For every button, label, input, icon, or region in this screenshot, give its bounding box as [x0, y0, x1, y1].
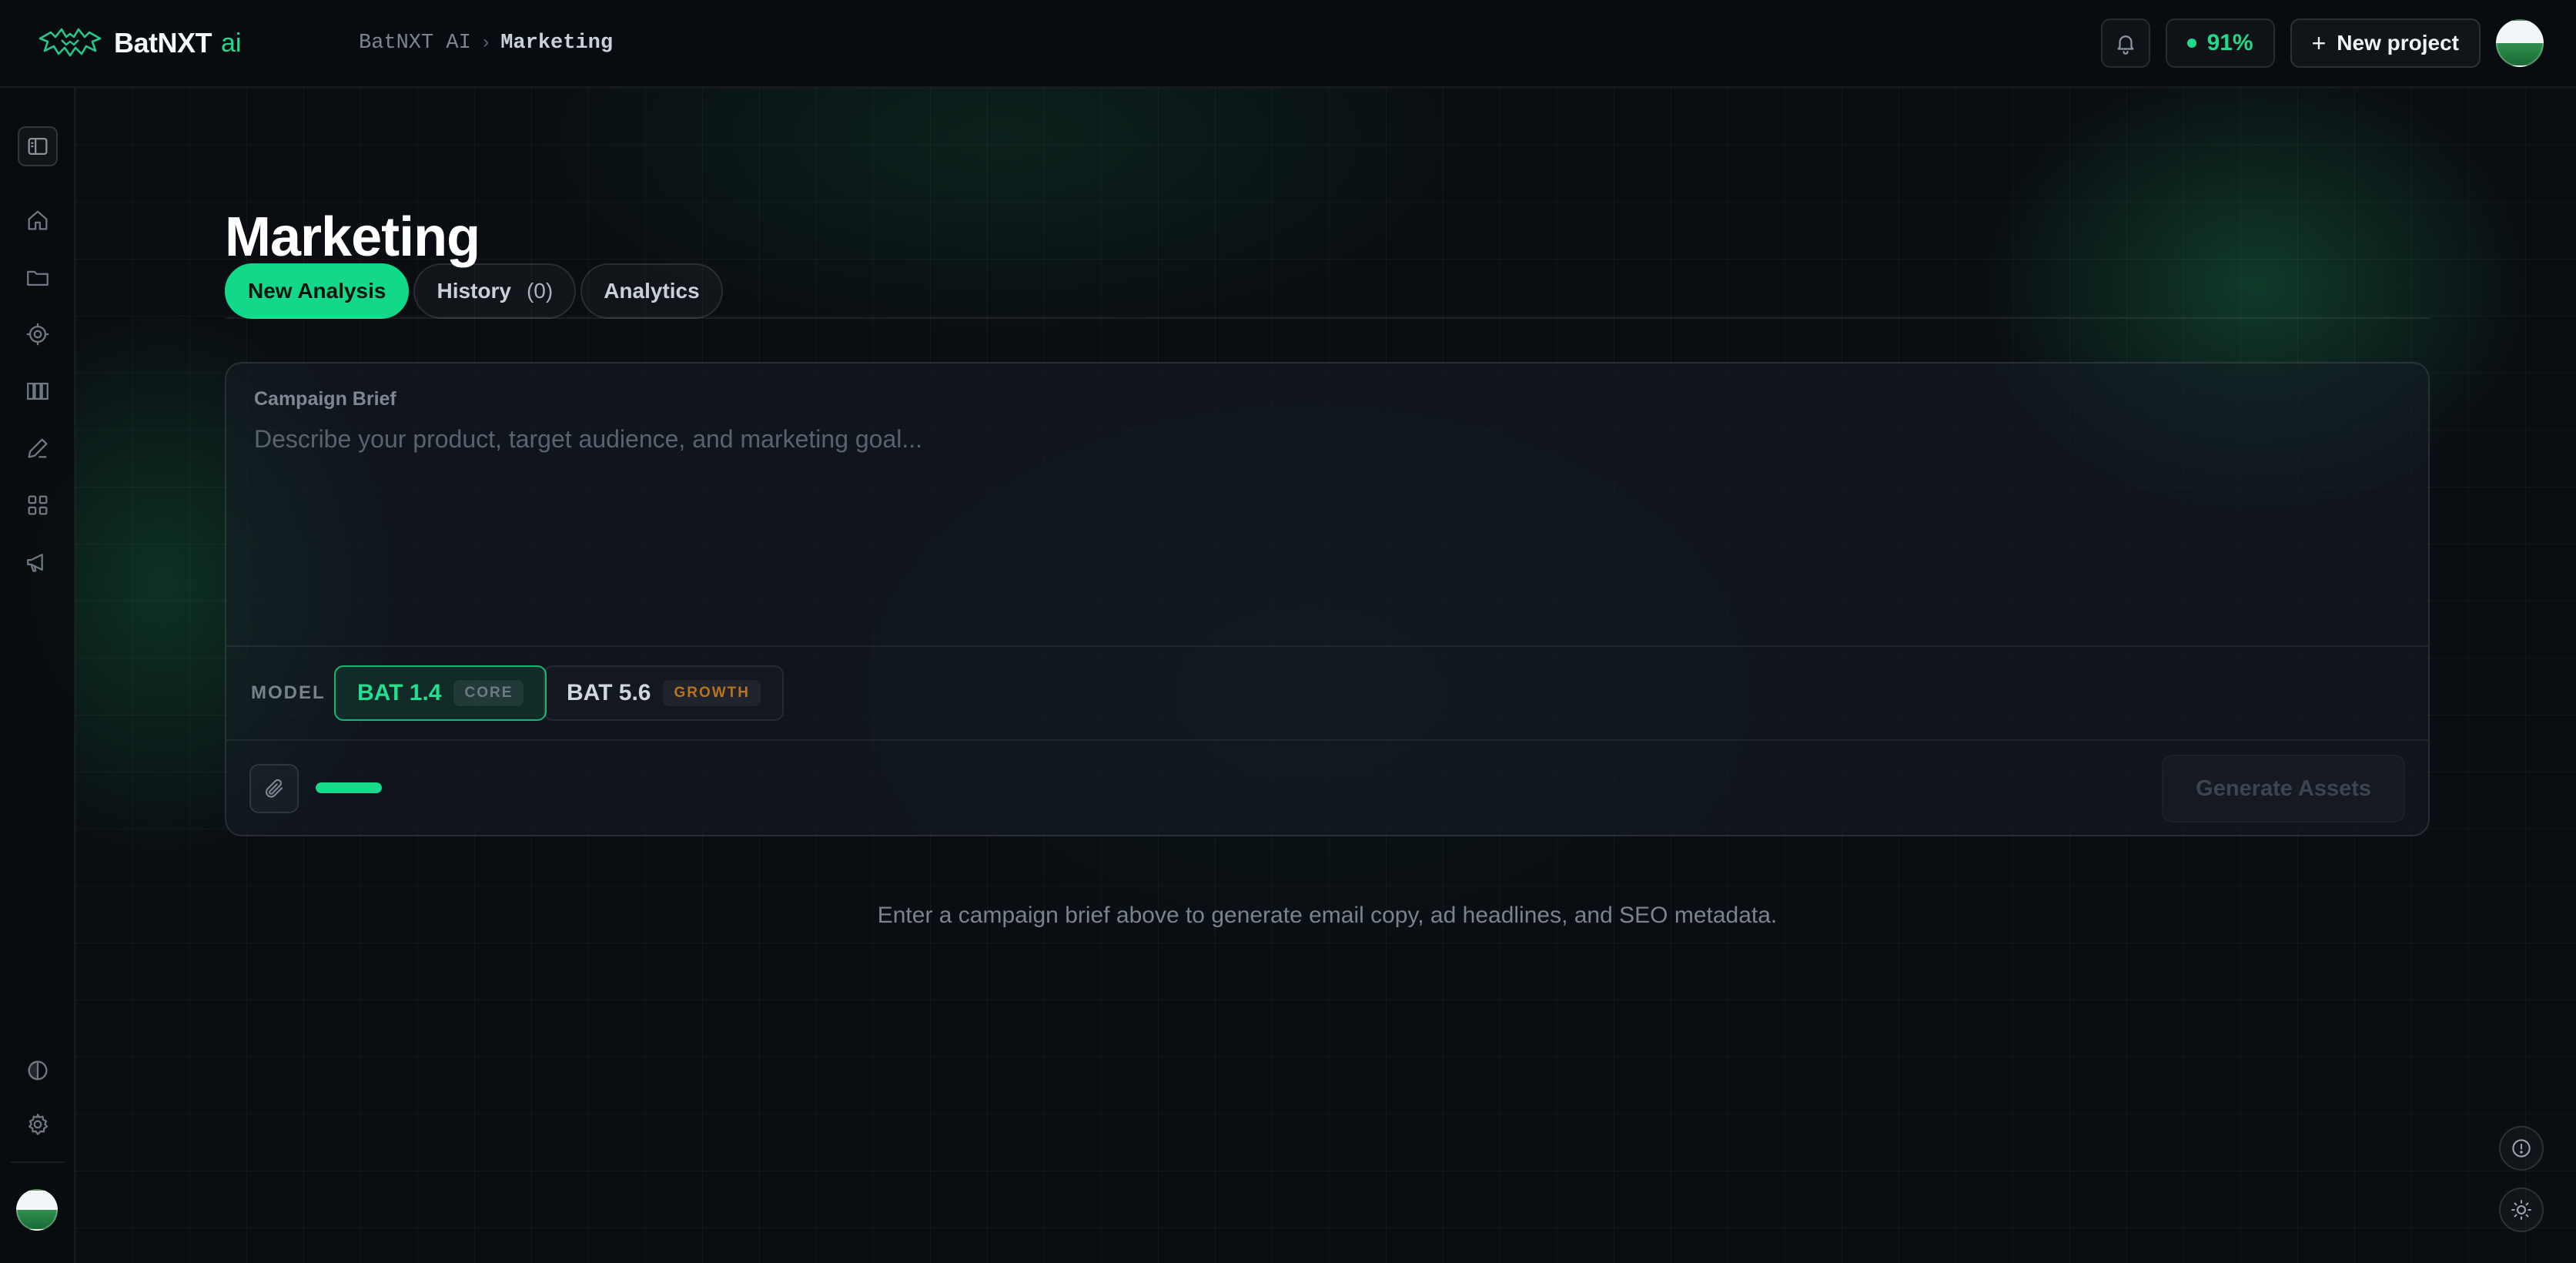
brand-name: BatNXT — [114, 27, 212, 59]
health-score-value: 91% — [2206, 30, 2253, 55]
model-tier-badge: CORE — [453, 680, 524, 706]
sidebar-item-targeting[interactable] — [18, 314, 58, 354]
sidebar-item-apps[interactable] — [18, 485, 58, 525]
generate-assets-label: Generate Assets — [2196, 776, 2371, 801]
plus-icon: + — [2311, 28, 2327, 57]
breadcrumb: BatNXT AI › Marketing — [359, 28, 613, 59]
breadcrumb-separator: › — [480, 32, 492, 54]
model-selector-row: MODEL BAT 1.4 CORE BAT 5.6 GROWTH — [226, 645, 2428, 741]
tab-new-analysis[interactable]: New Analysis — [225, 263, 410, 319]
info-icon — [2512, 1139, 2531, 1157]
top-actions: 91% + New project — [2100, 18, 2544, 68]
tab-label: History — [437, 279, 511, 303]
empty-state-helper-text: Enter a campaign brief above to generate… — [877, 903, 1778, 928]
paperclip-icon — [265, 779, 283, 798]
brief-action-row: Generate Assets — [226, 741, 2428, 835]
panel-toggle-icon — [28, 137, 48, 156]
contrast-icon — [28, 1060, 48, 1080]
new-project-label: New project — [2337, 31, 2459, 55]
home-icon — [28, 210, 48, 230]
bat-logo-icon — [38, 28, 102, 57]
sidebar-item-marketing[interactable] — [18, 542, 58, 582]
model-tier-badge: GROWTH — [663, 680, 761, 706]
model-option-bat-1-4[interactable]: BAT 1.4 CORE — [334, 665, 547, 721]
new-project-button[interactable]: + New project — [2290, 18, 2481, 68]
sun-icon — [2511, 1200, 2531, 1220]
brand[interactable]: BatNXT ai — [38, 22, 241, 65]
health-score-pill[interactable]: 91% — [2165, 18, 2275, 68]
user-avatar[interactable] — [2496, 19, 2544, 67]
tab-analytics[interactable]: Analytics — [580, 263, 723, 319]
campaign-brief-input[interactable] — [254, 425, 2402, 610]
sidebar-item-projects[interactable] — [18, 257, 58, 297]
attach-file-button[interactable] — [249, 764, 299, 813]
model-name: BAT 1.4 — [357, 680, 442, 705]
notifications-button[interactable] — [2100, 18, 2150, 68]
sidebar — [0, 88, 75, 1263]
tab-count: (0) — [526, 279, 554, 303]
sidebar-divider — [11, 1161, 65, 1163]
apps-grid-icon — [28, 495, 48, 515]
app-root: BatNXT ai BatNXT AI › Marketing 91% + Ne… — [0, 0, 2576, 1263]
theme-toggle-button[interactable] — [2499, 1188, 2544, 1232]
bell-icon — [2117, 35, 2134, 55]
sidebar-item-theme-contrast[interactable] — [18, 1050, 58, 1090]
sidebar-item-home[interactable] — [18, 200, 58, 240]
upload-progress-fill — [316, 782, 382, 793]
brand-suffix: ai — [221, 28, 242, 58]
model-name: BAT 5.6 — [567, 680, 651, 705]
tab-label: Analytics — [604, 279, 700, 303]
model-label: MODEL — [251, 682, 326, 703]
sidebar-toggle-button[interactable] — [18, 126, 58, 166]
megaphone-icon — [27, 553, 43, 572]
breadcrumb-current: Marketing — [500, 32, 614, 55]
gear-icon — [28, 1114, 49, 1135]
info-button[interactable] — [2499, 1126, 2544, 1171]
breadcrumb-root[interactable]: BatNXT AI — [359, 32, 471, 55]
target-icon — [26, 323, 49, 346]
sidebar-item-settings[interactable] — [18, 1104, 58, 1144]
sidebar-item-editor[interactable] — [18, 428, 58, 468]
upload-progress-bar — [316, 782, 382, 793]
library-icon — [27, 382, 49, 400]
tab-bar: New Analysis History (0) Analytics — [225, 263, 728, 319]
model-option-bat-5-6[interactable]: BAT 5.6 GROWTH — [544, 665, 785, 721]
tabs-divider — [225, 317, 2430, 319]
campaign-brief-card: Campaign Brief MODEL BAT 1.4 CORE BAT 5.… — [225, 362, 2430, 836]
top-bar: BatNXT ai BatNXT AI › Marketing 91% + Ne… — [0, 0, 2576, 88]
folder-icon — [27, 270, 49, 286]
pen-icon — [28, 438, 48, 458]
generate-assets-button[interactable]: Generate Assets — [2162, 755, 2405, 822]
sidebar-user-avatar[interactable] — [16, 1189, 58, 1231]
sidebar-item-library[interactable] — [18, 371, 58, 411]
tab-label: New Analysis — [248, 279, 386, 303]
campaign-brief-label: Campaign Brief — [254, 388, 396, 410]
tab-history[interactable]: History (0) — [413, 263, 577, 319]
status-dot — [2186, 39, 2196, 48]
